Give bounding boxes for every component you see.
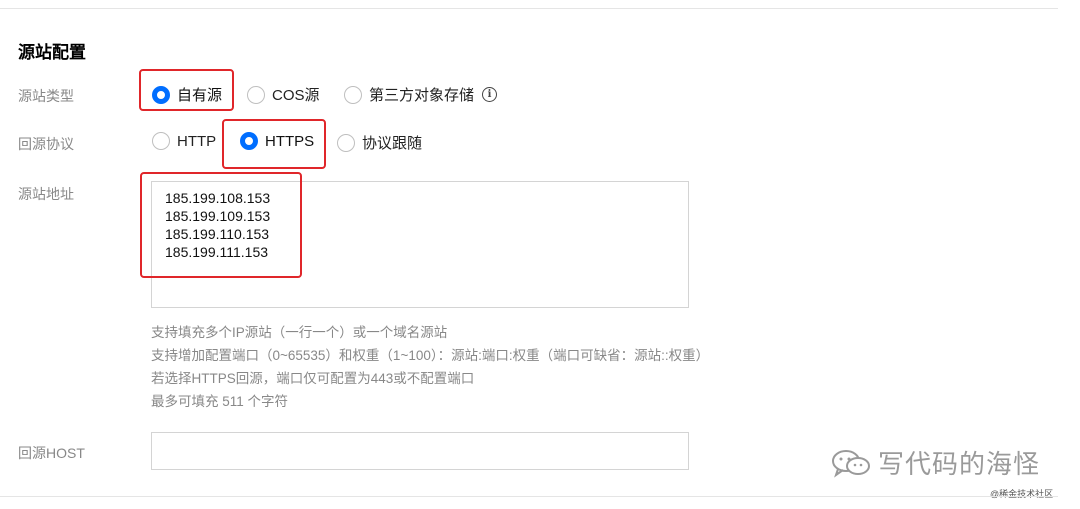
radio-cos-origin-label: COS源 bbox=[272, 87, 320, 104]
watermark-sub: @稀金技术社区 bbox=[990, 489, 1054, 499]
origin-host-label: 回源HOST bbox=[18, 445, 85, 461]
origin-type-label: 源站类型 bbox=[18, 88, 74, 104]
watermark: 写代码的海怪 bbox=[830, 444, 1040, 481]
top-divider bbox=[0, 8, 1058, 9]
radio-circle bbox=[344, 85, 362, 104]
radio-protocol-follow[interactable]: 协议跟随 bbox=[337, 132, 422, 153]
highlight-box-protocol bbox=[222, 119, 326, 169]
hint-line: 最多可填充 511 个字符 bbox=[151, 394, 289, 409]
radio-third-party-storage-label: 第三方对象存储 bbox=[369, 87, 475, 104]
hint-line: 支持填充多个IP源站（一行一个）或一个域名源站 bbox=[151, 325, 448, 340]
section-title: 源站配置 bbox=[18, 43, 86, 62]
wechat-icon bbox=[832, 449, 870, 478]
hint-line: 支持增加配置端口（0~65535）和权重（1~100）：源站:端口:权重（端口可… bbox=[151, 348, 710, 363]
origin-host-input[interactable] bbox=[151, 432, 689, 470]
hint-line: 若选择HTTPS回源，端口仅可配置为443或不配置端口 bbox=[151, 371, 475, 386]
radio-protocol-follow-label: 协议跟随 bbox=[362, 135, 423, 152]
radio-third-party-storage[interactable]: 第三方对象存储 i bbox=[344, 84, 498, 105]
radio-cos-origin[interactable]: COS源 bbox=[247, 84, 320, 105]
info-icon[interactable]: i bbox=[482, 87, 498, 102]
radio-http-label: HTTP bbox=[177, 132, 217, 150]
radio-circle bbox=[337, 133, 355, 152]
origin-address-hints: 支持填充多个IP源站（一行一个）或一个域名源站 支持增加配置端口（0~65535… bbox=[151, 321, 709, 413]
radio-http[interactable]: HTTP bbox=[152, 132, 216, 150]
radio-circle bbox=[152, 132, 170, 150]
origin-address-label: 源站地址 bbox=[18, 186, 74, 202]
radio-circle bbox=[247, 85, 265, 104]
highlight-box-origin-type bbox=[139, 69, 234, 111]
bottom-divider bbox=[0, 496, 1058, 497]
origin-protocol-label: 回源协议 bbox=[18, 136, 74, 152]
watermark-text: 写代码的海怪 bbox=[878, 449, 1041, 479]
cdn-origin-config-page: 源站配置 源站类型 自有源 COS源 第三方对象存储 i 回源协议 HTTP H… bbox=[0, 0, 1080, 509]
highlight-box-ips bbox=[140, 172, 302, 278]
